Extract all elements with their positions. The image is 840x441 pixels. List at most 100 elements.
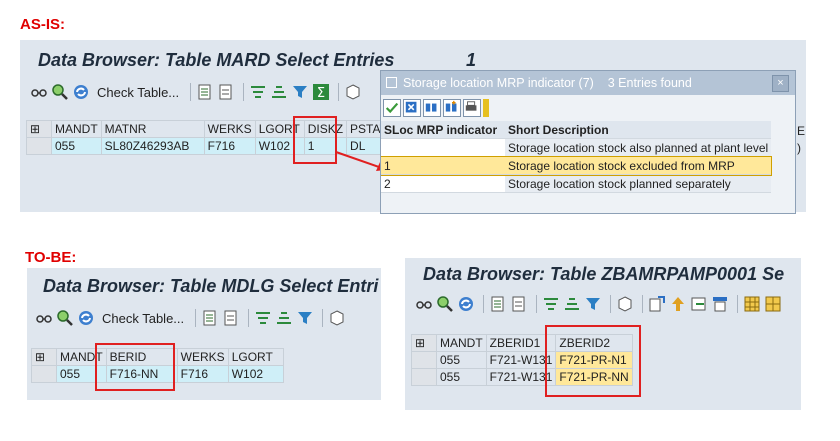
sort-ascending-icon[interactable]	[249, 83, 267, 101]
close-button[interactable]: ×	[772, 75, 789, 92]
separator	[338, 83, 340, 101]
column-header[interactable]: MANDT	[51, 120, 102, 138]
column-header[interactable]: SLoc MRP indicator	[381, 121, 505, 139]
entry-count: 1	[466, 50, 477, 70]
sort-descending-icon[interactable]	[275, 309, 293, 327]
separator	[737, 295, 738, 313]
grid-icon[interactable]	[743, 295, 761, 313]
cell-mandt: 055	[436, 351, 487, 369]
mrp-code	[381, 138, 505, 157]
binoculars-icon[interactable]	[423, 99, 441, 117]
cancel-icon[interactable]	[403, 99, 421, 117]
popup-table: SLoc MRP indicator Short Description Sto…	[381, 121, 773, 193]
separator	[195, 309, 197, 327]
separator	[248, 309, 250, 327]
cube-icon[interactable]	[616, 295, 634, 313]
upload-icon[interactable]	[669, 295, 687, 313]
check-table-button[interactable]: Check Table...	[102, 311, 184, 326]
separator	[243, 83, 245, 101]
row-selector[interactable]	[31, 365, 57, 383]
popup-title: Storage location MRP indicator (7) 3 Ent…	[403, 76, 692, 90]
cell-mandt: 055	[436, 368, 487, 386]
import-icon[interactable]	[690, 295, 708, 313]
mrp-desc: Storage location stock excluded from MRP	[505, 156, 772, 175]
sort-descending-icon[interactable]	[270, 83, 288, 101]
glasses-icon[interactable]	[30, 83, 48, 101]
grid-alt-icon[interactable]	[764, 295, 782, 313]
document-alt-icon[interactable]	[222, 309, 240, 327]
layout-icon[interactable]	[711, 295, 729, 313]
column-header[interactable]: WERKS	[203, 120, 256, 138]
window-icon	[386, 77, 397, 88]
document-alt-icon[interactable]	[217, 83, 235, 101]
as-is-label: AS-IS:	[20, 16, 65, 33]
hidden-column-edge-value: )	[797, 141, 801, 155]
sort-ascending-icon[interactable]	[254, 309, 272, 327]
row-selector[interactable]	[26, 137, 52, 155]
sum-icon[interactable]: Σ	[312, 83, 330, 101]
checkmark-icon[interactable]	[383, 99, 401, 117]
select-all-icon[interactable]: ⊞	[411, 334, 437, 352]
berid-highlight-box	[95, 343, 175, 391]
dropdown-icon[interactable]	[483, 99, 489, 117]
page-title: Data Browser: Table MARD Select Entries	[38, 50, 395, 70]
row-selector[interactable]	[411, 351, 437, 369]
separator	[483, 295, 484, 313]
refresh-icon[interactable]	[72, 83, 90, 101]
toolbar: Check Table... Σ	[30, 80, 365, 104]
mrp-code: 1	[381, 156, 505, 175]
find-icon[interactable]	[51, 83, 69, 101]
toolbar	[415, 292, 785, 316]
cell-lgort: W102	[227, 365, 284, 383]
export-icon[interactable]	[648, 295, 666, 313]
mrp-desc: Storage location stock also planned at p…	[505, 138, 772, 157]
cell-mandt: 055	[51, 137, 102, 155]
cell-werks: F716	[203, 137, 256, 155]
cube-icon[interactable]	[328, 309, 346, 327]
mrp-code: 2	[381, 174, 505, 193]
entries-found: 3 Entries found	[607, 76, 692, 90]
list-item-selected[interactable]: 1 Storage location stock excluded from M…	[381, 155, 773, 176]
popup-header-row: SLoc MRP indicator Short Description	[381, 121, 772, 139]
filter-icon[interactable]	[296, 309, 314, 327]
to-be-label: TO-BE:	[25, 249, 77, 266]
select-all-icon[interactable]: ⊞	[31, 348, 57, 366]
refresh-icon[interactable]	[457, 295, 475, 313]
document-alt-icon[interactable]	[510, 295, 528, 313]
column-header[interactable]: WERKS	[176, 348, 229, 366]
separator	[642, 295, 643, 313]
find-icon[interactable]	[436, 295, 454, 313]
column-header[interactable]: LGORT	[227, 348, 284, 366]
sort-descending-icon[interactable]	[563, 295, 581, 313]
row-selector[interactable]	[411, 368, 437, 386]
list-item[interactable]: 2 Storage location stock planned separat…	[381, 174, 772, 193]
separator	[322, 309, 324, 327]
cell-matnr: SL80Z46293AB	[100, 137, 205, 155]
f4-help-popup: Storage location MRP indicator (7) 3 Ent…	[380, 70, 796, 214]
mrp-desc: Storage location stock planned separatel…	[505, 174, 772, 193]
glasses-icon[interactable]	[415, 295, 433, 313]
column-header[interactable]: Short Description	[505, 121, 772, 139]
refresh-icon[interactable]	[77, 309, 95, 327]
page-title: Data Browser: Table ZBAMRPAMP0001 Se	[423, 264, 785, 284]
binoculars-plus-icon[interactable]	[443, 99, 461, 117]
select-all-icon[interactable]: ⊞	[26, 120, 52, 138]
check-table-button[interactable]: Check Table...	[97, 85, 179, 100]
column-header[interactable]: MANDT	[436, 334, 487, 352]
find-icon[interactable]	[56, 309, 74, 327]
list-item[interactable]: Storage location stock also planned at p…	[381, 138, 772, 157]
document-icon[interactable]	[489, 295, 507, 313]
document-icon[interactable]	[201, 309, 219, 327]
sort-ascending-icon[interactable]	[542, 295, 560, 313]
filter-icon[interactable]	[584, 295, 602, 313]
svg-text:Σ: Σ	[317, 86, 325, 101]
page-title: Data Browser: Table MDLG Select Entri	[43, 276, 379, 296]
print-icon[interactable]	[463, 99, 481, 117]
glasses-icon[interactable]	[35, 309, 53, 327]
document-icon[interactable]	[196, 83, 214, 101]
column-header[interactable]: MATNR	[100, 120, 205, 138]
cube-icon[interactable]	[344, 83, 362, 101]
popup-toolbar	[383, 99, 489, 119]
filter-icon[interactable]	[291, 83, 309, 101]
separator	[536, 295, 537, 313]
